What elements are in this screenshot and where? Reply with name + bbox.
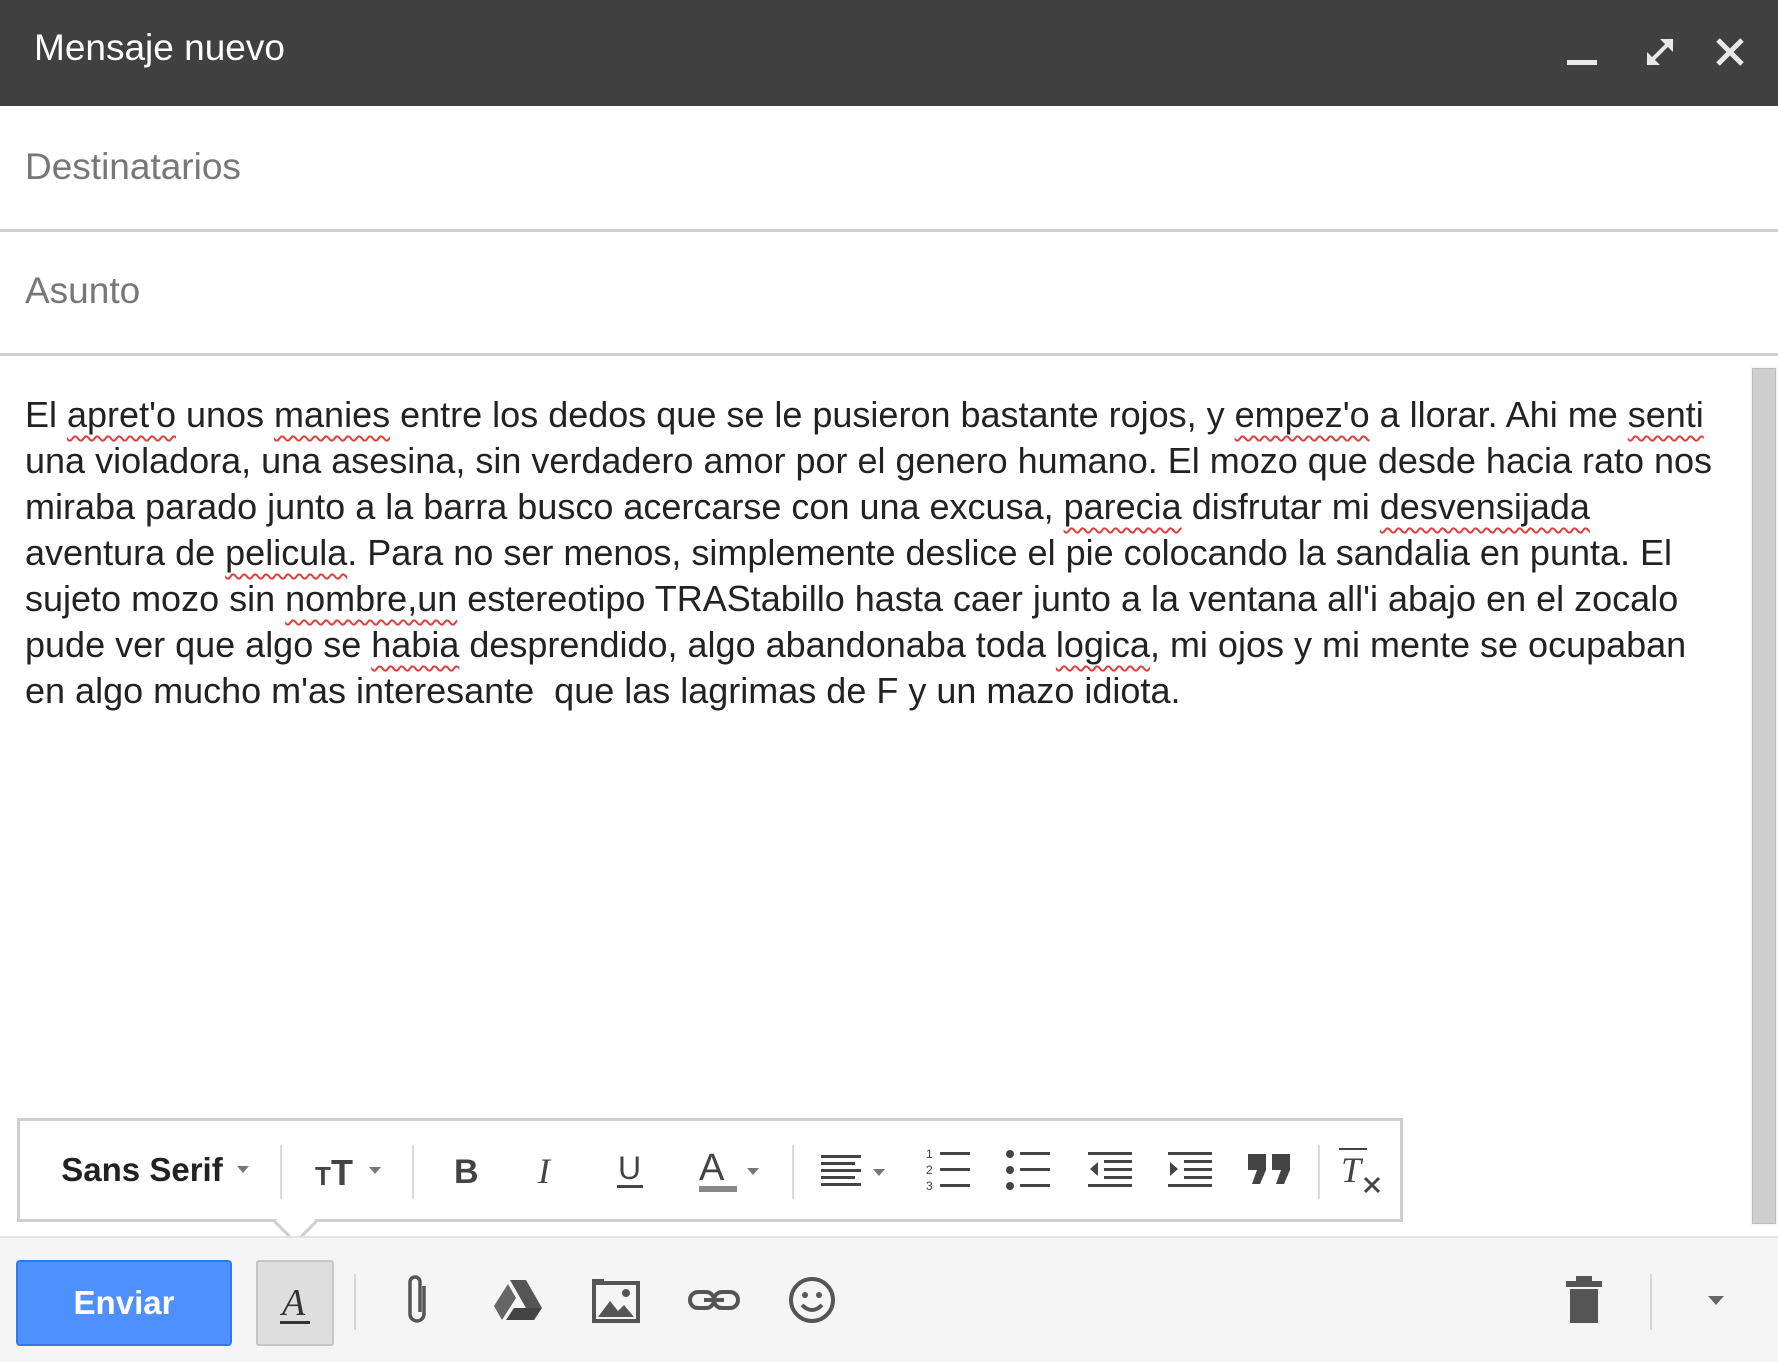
align-left-icon (821, 1155, 885, 1186)
text-color-icon: A (699, 1147, 759, 1192)
svg-text:T: T (1341, 1150, 1364, 1190)
minimize-icon[interactable] (1560, 30, 1604, 74)
body-text-segment: unos (175, 394, 275, 435)
text-size-icon: T T (315, 1152, 381, 1193)
recipients-placeholder: Destinatarios (25, 146, 241, 187)
font-family-select[interactable]: Sans Serif (44, 1135, 280, 1205)
body-text-segment: a llorar. Ahi me (1369, 394, 1628, 435)
formatting-options-icon: A (279, 1282, 310, 1324)
send-button[interactable]: Enviar (16, 1260, 232, 1346)
numbered-list-button[interactable]: 1 2 3 (910, 1135, 986, 1205)
quote-icon (1248, 1154, 1290, 1184)
quote-button[interactable] (1232, 1135, 1308, 1205)
align-button[interactable] (810, 1135, 906, 1205)
divider (1318, 1145, 1320, 1199)
misspelled-word: logica (1055, 624, 1150, 665)
subject-field[interactable]: Asunto (0, 232, 1778, 356)
formatting-options-button[interactable]: A (256, 1260, 334, 1346)
italic-button[interactable]: I (514, 1135, 584, 1205)
attach-button[interactable] (388, 1268, 448, 1332)
link-icon (688, 1290, 740, 1310)
body-text-segment: desprendido, algo abandonaba toda (459, 624, 1056, 665)
compose-titlebar[interactable]: Mensaje nuevo (0, 0, 1778, 106)
font-family-label: Sans Serif (61, 1151, 223, 1188)
chevron-down-icon (1708, 1296, 1724, 1305)
divider (354, 1274, 356, 1330)
divider (1650, 1274, 1652, 1330)
misspelled-word: senti (1627, 394, 1704, 435)
divider (792, 1145, 794, 1199)
misspelled-word: nombre,un (285, 578, 458, 619)
photo-icon (592, 1279, 640, 1323)
svg-text:U: U (618, 1150, 641, 1186)
body-text-segment: El (25, 394, 68, 435)
indent-less-button[interactable] (1072, 1135, 1148, 1205)
underline-icon: U (617, 1150, 643, 1188)
body-text-segment: entre los dedos que se le pusieron basta… (390, 394, 1235, 435)
misspelled-word: desvensijada (1379, 486, 1590, 527)
misspelled-word: empez'o (1234, 394, 1370, 435)
svg-text:T: T (331, 1152, 353, 1193)
svg-text:1: 1 (926, 1147, 933, 1161)
text-color-button[interactable]: A (680, 1135, 780, 1205)
scrollbar-thumb[interactable] (1752, 368, 1776, 1224)
bottom-toolbar: Enviar A (0, 1236, 1778, 1362)
smiley-icon (789, 1277, 835, 1323)
misspelled-word: parecia (1063, 486, 1182, 527)
message-body[interactable]: El apret'o unos manies entre los dedos q… (25, 392, 1725, 714)
remove-formatting-button[interactable]: T (1326, 1135, 1396, 1205)
close-icon[interactable] (1708, 30, 1752, 74)
insert-photo-button[interactable] (586, 1268, 646, 1332)
svg-text:A: A (279, 1282, 306, 1324)
misspelled-word: habia (371, 624, 460, 665)
divider (280, 1145, 282, 1199)
discard-draft-button[interactable] (1554, 1268, 1614, 1332)
misspelled-word: manies (274, 394, 391, 435)
divider (412, 1145, 414, 1199)
svg-text:I: I (537, 1151, 552, 1191)
trash-icon (1566, 1276, 1602, 1323)
svg-text:A: A (699, 1147, 725, 1189)
svg-text:2: 2 (926, 1163, 933, 1177)
svg-text:T: T (315, 1161, 331, 1191)
recipients-field[interactable]: Destinatarios (0, 108, 1778, 232)
indent-less-icon (1088, 1152, 1132, 1187)
bold-button[interactable]: B (432, 1135, 502, 1205)
chevron-down-icon (236, 1166, 249, 1173)
more-options-button[interactable] (1686, 1268, 1746, 1332)
bulleted-list-button[interactable] (990, 1135, 1066, 1205)
insert-emoji-button[interactable] (782, 1268, 842, 1332)
formatting-toolbar: Sans Serif T T B I U A 1 2 3 T (17, 1118, 1403, 1245)
svg-text:3: 3 (926, 1179, 933, 1193)
bold-icon: B (454, 1153, 479, 1191)
window-title: Mensaje nuevo (34, 27, 285, 68)
misspelled-word: apret'o (67, 394, 176, 435)
misspelled-word: pelicula (225, 532, 348, 573)
indent-more-icon (1168, 1152, 1212, 1187)
insert-link-button[interactable] (684, 1268, 744, 1332)
paperclip-icon (408, 1275, 426, 1323)
drive-button[interactable] (488, 1268, 548, 1332)
subject-placeholder: Asunto (25, 270, 141, 311)
font-size-button[interactable]: T T (298, 1135, 408, 1205)
underline-button[interactable]: U (596, 1135, 666, 1205)
body-text-segment: disfrutar mi (1181, 486, 1380, 527)
numbered-list-icon: 1 2 3 (926, 1147, 970, 1193)
italic-icon: I (537, 1151, 552, 1191)
svg-text:B: B (454, 1153, 479, 1191)
bulleted-list-icon (1006, 1150, 1050, 1190)
indent-more-button[interactable] (1152, 1135, 1228, 1205)
remove-formatting-icon: T (1339, 1148, 1381, 1194)
google-drive-icon (494, 1280, 542, 1320)
expand-icon[interactable] (1638, 30, 1682, 74)
